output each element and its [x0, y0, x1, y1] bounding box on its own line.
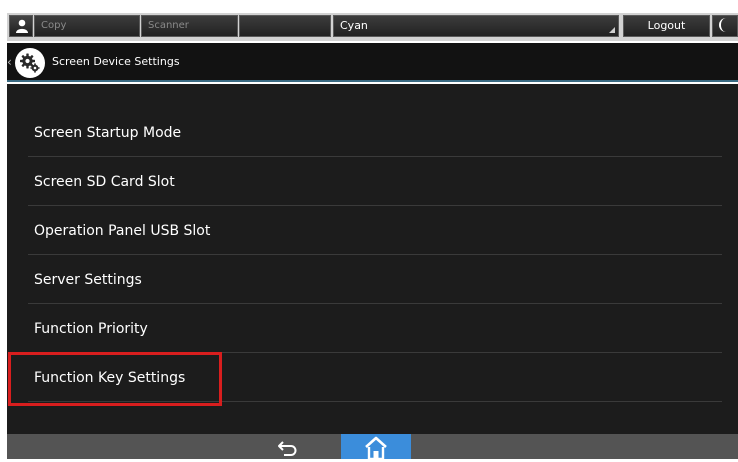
energy-saver-button[interactable]: [712, 15, 738, 37]
bottom-nav-bar: [7, 434, 738, 459]
home-button[interactable]: [341, 434, 411, 459]
back-button[interactable]: [275, 438, 301, 458]
copy-tab[interactable]: Copy: [34, 15, 140, 37]
highlight-annotation-box: [8, 352, 222, 406]
page-title: Screen Device Settings: [52, 55, 180, 68]
title-bar: ‹ Screen Device Settings: [7, 43, 738, 82]
menu-item-server-settings[interactable]: Server Settings: [28, 256, 722, 304]
user-button[interactable]: [9, 15, 33, 37]
moon-icon: [719, 18, 733, 32]
menu-item-operation-panel-usb-slot[interactable]: Operation Panel USB Slot: [28, 207, 722, 255]
menu-item-function-priority[interactable]: Function Priority: [28, 305, 722, 353]
person-icon: [16, 19, 28, 33]
settings-list: Screen Startup Mode Screen SD Card Slot …: [7, 84, 738, 434]
menu-item-screen-startup-mode[interactable]: Screen Startup Mode: [28, 109, 722, 157]
return-arrow-icon: [278, 441, 297, 456]
resize-grip-icon: [609, 27, 615, 33]
empty-tab[interactable]: [239, 15, 331, 37]
logout-button[interactable]: Logout: [623, 15, 710, 37]
search-value: Cyan: [340, 19, 368, 32]
scanner-tab[interactable]: Scanner: [141, 15, 238, 37]
top-status-bar: Copy Scanner Cyan Logout: [7, 13, 738, 41]
menu-item-screen-sd-card-slot[interactable]: Screen SD Card Slot: [28, 158, 722, 206]
search-field[interactable]: Cyan: [333, 15, 619, 37]
back-chevron-icon[interactable]: ‹: [7, 55, 15, 69]
home-icon: [365, 436, 387, 459]
title-divider: [7, 80, 738, 82]
gear-icon: [15, 48, 45, 78]
